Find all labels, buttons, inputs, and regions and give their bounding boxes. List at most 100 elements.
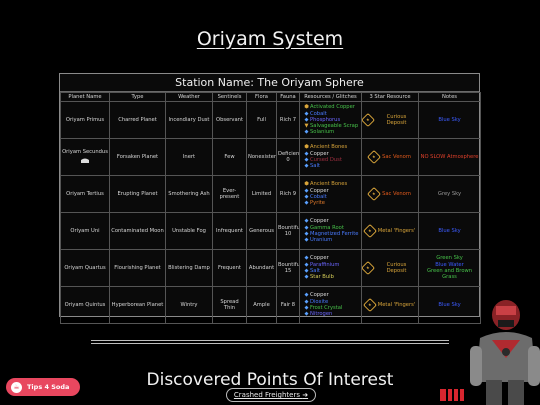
- planet-flora: Limited: [246, 175, 277, 213]
- planet-flora: Abundant: [246, 249, 277, 287]
- planet-table: Planet Name Type Weather Sentinels Flora Faun…: [60, 92, 481, 324]
- star-resource-label: Curious Deposit: [386, 261, 407, 274]
- column-header: Type: [109, 92, 166, 102]
- table-row: Oriyam Tertius Erupting Planet Smothering …: [60, 175, 481, 213]
- planet-sentinels: Spread Thin: [212, 286, 247, 324]
- planet-type: Contaminated Moon: [109, 212, 166, 250]
- planet-resources: ⬢Ancient Bones ◆ Copper ◆ Cobalt ◆ Pyrite: [299, 175, 362, 213]
- arrow-right-icon: ➜: [302, 391, 309, 399]
- star-resource: ★ Metal 'Fingers': [361, 286, 419, 324]
- table-row: Oriyam Uni Contaminated Moon Unstable Fog I…: [60, 212, 481, 250]
- planet-sentinels: Observant: [212, 101, 247, 139]
- resource-label: Copper: [310, 292, 329, 299]
- resource-label: Gamma Root: [310, 224, 344, 231]
- resource-label: Copper: [310, 218, 329, 225]
- planet-notes: NO SLOW Atmosphere: [418, 138, 481, 176]
- planet-fauna: Rich 7: [276, 101, 300, 139]
- resource-label: Ancient Bones: [310, 181, 348, 188]
- note-text: Blue Sky: [438, 227, 461, 234]
- resource-label: Copper: [310, 150, 329, 157]
- planet-weather: Unstable Fog: [165, 212, 213, 250]
- resource-item: ◆ Nitrogen: [304, 311, 360, 317]
- star-resource: ★ Metal 'Fingers': [361, 212, 419, 250]
- section-title: Discovered Points Of Interest: [146, 370, 394, 390]
- planet-weather: Blistering Damp: [165, 249, 213, 287]
- resource-label: Magnetized Ferrite: [310, 231, 359, 237]
- planet-name: Oriyam Secundus: [60, 138, 110, 176]
- planet-resources: ◆ Copper ◆ Dioxite ◆ Frost Crystal ◆ Nitrogen: [299, 286, 362, 324]
- resource-label: Nitrogen: [310, 311, 333, 318]
- planet-fauna: Rich 9: [276, 175, 300, 213]
- base-icon: [81, 158, 89, 163]
- divider-line: [91, 340, 449, 341]
- three-star-icon: ★: [362, 223, 377, 239]
- planet-sentinels: Ever-present: [212, 175, 247, 213]
- resource-item: ◆ Uranium: [304, 237, 360, 243]
- diamond-icon: ◆: [304, 311, 309, 318]
- resource-label: Salt: [310, 163, 320, 170]
- three-star-icon: ★: [362, 297, 377, 313]
- tips-button[interactable]: ☕ Tips 4 Soda: [6, 378, 80, 396]
- column-header: Notes: [418, 92, 481, 102]
- resource-label: Copper: [310, 187, 329, 194]
- table-row: Oriyam Secundus Forsaken Planet Inert Few No…: [60, 138, 481, 176]
- column-header: 3 Star Resource: [361, 92, 419, 102]
- resource-label: Cursed Dust: [310, 157, 342, 163]
- planet-name: Oriyam Quintus: [60, 286, 110, 324]
- resource-label: Solanium: [310, 129, 335, 136]
- page-title: Oriyam System: [196, 28, 344, 50]
- resource-item: ◆ Solanium: [304, 129, 360, 135]
- column-header: Planet Name: [60, 92, 110, 102]
- resource-label: Cobalt: [310, 194, 327, 200]
- three-star-icon: ★: [367, 186, 382, 202]
- planet-sentinels: Infrequent: [212, 212, 247, 250]
- planet-weather: Inert: [165, 138, 213, 176]
- resource-label: Star Bulb: [310, 274, 334, 281]
- planet-notes: Blue Sky: [418, 101, 481, 139]
- divider-line: [91, 343, 449, 344]
- table-row: Oriyam Quartus Flourishing Planet Blisteri…: [60, 249, 481, 287]
- planet-type: Hyperborean Planet: [109, 286, 166, 324]
- table-header-row: Planet Name Type Weather Sentinels Flora Faun…: [60, 92, 481, 102]
- table-row: Oriyam Quintus Hyperborean Planet Wintry Sp…: [60, 286, 481, 324]
- planet-sentinels: Few: [212, 138, 247, 176]
- column-header: Flora: [246, 92, 277, 102]
- resource-label: Paraffinium: [310, 261, 340, 268]
- resource-label: Ancient Bones: [310, 144, 348, 151]
- planet-fauna: Bountiful 10: [276, 212, 300, 250]
- planet-name: Oriyam Quartus: [60, 249, 110, 287]
- diamond-icon: ◆: [304, 200, 309, 207]
- planet-flora: Generous: [246, 212, 277, 250]
- planet-resources: ⬢Activated Copper ◆ Cobalt ◆ Phosphorus ▼ Salv…: [299, 101, 362, 139]
- resource-label: Phosphorus: [310, 116, 341, 123]
- note-text: Grey Sky: [437, 190, 462, 197]
- table-row: Oriyam Primus Charred Planet Incendiary Du…: [60, 101, 481, 139]
- planet-notes: Green Sky Blue Water Green and Brown Grass: [418, 249, 481, 287]
- planet-resources: ◆ Copper ◆ Gamma Root ◆ Magnetized Ferrite ◆ Ur…: [299, 212, 362, 250]
- planet-name: Oriyam Primus: [60, 101, 110, 139]
- planet-notes: Blue Sky: [418, 212, 481, 250]
- resource-label: Pyrite: [310, 200, 325, 207]
- planet-name: Oriyam Uni: [60, 212, 110, 250]
- planet-type: Forsaken Planet: [109, 138, 166, 176]
- planet-name-label: Oriyam Secundus: [62, 148, 108, 155]
- planet-type: Charred Planet: [109, 101, 166, 139]
- planet-weather: Smothering Ash: [165, 175, 213, 213]
- tips-label: Tips 4 Soda: [27, 383, 70, 391]
- three-star-icon: ★: [362, 260, 376, 276]
- resource-item: ◆ Salt: [304, 163, 360, 169]
- planet-flora: Full: [246, 101, 277, 139]
- planet-weather: Incendiary Dust: [165, 101, 213, 139]
- star-resource: ★ Sac Venom: [361, 175, 419, 213]
- cup-icon: ☕: [11, 381, 22, 393]
- crashed-freighters-link[interactable]: Crashed Freighters ➜: [226, 388, 316, 402]
- star-resource-label: Sac Venom: [382, 190, 411, 197]
- planet-sentinels: Frequent: [212, 249, 247, 287]
- resource-label: Copper: [310, 255, 329, 262]
- planet-weather: Wintry: [165, 286, 213, 324]
- resource-label: Dioxite: [310, 298, 329, 305]
- planet-flora: Ample: [246, 286, 277, 324]
- resource-label: Salt: [310, 268, 320, 274]
- planet-fauna: Deficient 0: [276, 138, 300, 176]
- planet-fauna: Fair 8: [276, 286, 300, 324]
